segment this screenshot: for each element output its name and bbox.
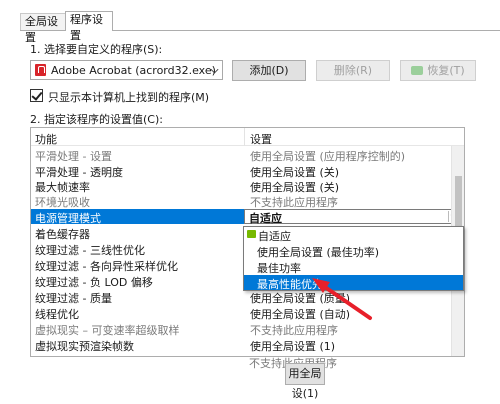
grid-header: 功能 设置 <box>31 128 464 146</box>
table-row[interactable]: 平滑处理 - 透明度 使用全局设置 (关) <box>31 163 451 179</box>
dropdown-option-adaptive[interactable]: 自适应 <box>244 227 463 243</box>
table-row[interactable]: 纹理过滤 - 质量 使用全局设置 (质量) <box>31 289 451 305</box>
remove-button[interactable]: 删除(R) <box>316 60 390 81</box>
feature-cell: 线程优化 <box>35 308 79 321</box>
program-select-value: Adobe Acrobat (acrord32.exe) <box>51 64 216 77</box>
setting-cell: 不支持此应用程序 <box>250 324 338 337</box>
show-found-programs-label: 只显示本计算机上找到的程序(M) <box>48 91 210 104</box>
table-row[interactable]: 虚拟现实预渲染帧数 使用全局设置 (1) <box>31 337 451 353</box>
option-label: 自适应 <box>258 230 291 243</box>
power-mode-select[interactable]: 自适应 <box>244 209 464 225</box>
power-mode-dropdown[interactable]: 自适应 使用全局设置 (最佳功率) 最佳功率 最高性能优先 <box>243 226 464 291</box>
feature-column-header: 功能 <box>35 133 57 146</box>
feature-cell: 电源管理模式 <box>35 212 101 225</box>
setting-cell: 不支持此应用程序 <box>250 196 338 209</box>
feature-cell: 虚拟现实 – 可变速率超级取样 <box>35 324 180 337</box>
section-2-label: 2. 指定该程序的设置值(C): <box>30 113 163 126</box>
feature-cell: 虚拟现实预渲染帧数 <box>35 340 134 353</box>
dropdown-option-max-performance[interactable]: 最高性能优先 <box>244 275 463 291</box>
feature-cell: 纹理过滤 - 负 LOD 偏移 <box>35 276 153 289</box>
option-label: 最佳功率 <box>257 262 301 275</box>
feature-cell: 纹理过滤 - 质量 <box>35 292 112 305</box>
table-row[interactable]: 虚拟现实 – 可变速率超级取样 不支持此应用程序 <box>31 321 451 337</box>
program-select[interactable]: Adobe Acrobat (acrord32.exe) <box>30 60 223 80</box>
option-label: 最高性能优先 <box>257 278 323 291</box>
feature-cell: 纹理过滤 - 三线性优化 <box>35 244 145 257</box>
tab-program-settings[interactable]: 程序设置 <box>65 11 113 42</box>
setting-column-header: 设置 <box>250 133 272 146</box>
restore-button-label: 恢复(T) <box>427 64 465 77</box>
adobe-acrobat-icon <box>35 64 46 76</box>
table-row[interactable]: 环境光吸收 不支持此应用程序 <box>31 193 451 209</box>
apply-button[interactable]: 用全局设(1) <box>285 363 325 400</box>
add-button[interactable]: 添加(D) <box>232 60 306 81</box>
setting-cell: 使用全局设置 (质量) <box>250 292 351 305</box>
dropdown-option-optimal-power[interactable]: 最佳功率 <box>244 259 463 275</box>
tab-global-settings[interactable]: 全局设置 <box>20 13 66 44</box>
feature-cell: 纹理过滤 - 各向异性采样优化 <box>35 260 178 273</box>
table-row[interactable]: 最大帧速率 使用全局设置 (关) <box>31 178 451 194</box>
section-1-label: 1. 选择要自定义的程序(S): <box>30 43 163 56</box>
dropdown-option-global[interactable]: 使用全局设置 (最佳功率) <box>244 243 463 259</box>
feature-cell: 着色缓存器 <box>35 228 90 241</box>
feature-cell: 平滑处理 - 设置 <box>35 150 112 163</box>
setting-cell: 使用全局设置 (自动) <box>250 308 351 321</box>
nvidia-icon <box>247 230 256 238</box>
setting-cell: 使用全局设置 (应用程序控制的) <box>250 150 406 163</box>
nvidia-icon <box>411 66 424 75</box>
show-found-programs-checkbox[interactable] <box>30 89 43 102</box>
table-row-selected[interactable]: 电源管理模式 自适应 <box>31 209 464 225</box>
feature-cell: 环境光吸收 <box>35 196 90 209</box>
table-row[interactable]: 线程优化 使用全局设置 (自动) <box>31 305 451 321</box>
option-label: 使用全局设置 (最佳功率) <box>257 246 380 259</box>
setting-cell: 使用全局设置 (1) <box>250 340 336 353</box>
power-mode-value: 自适应 <box>249 212 282 225</box>
table-row[interactable]: 平滑处理 - 设置 使用全局设置 (应用程序控制的) <box>31 147 451 163</box>
restore-button[interactable]: 恢复(T) <box>400 60 476 81</box>
tab-bar: 全局设置 程序设置 <box>0 0 500 44</box>
header-divider <box>244 128 245 146</box>
